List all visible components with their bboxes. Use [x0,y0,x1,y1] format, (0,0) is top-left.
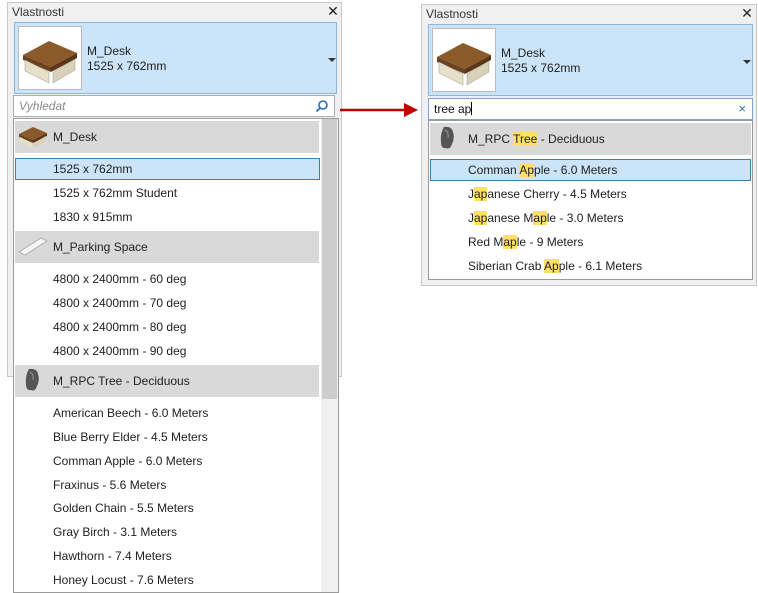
type-list-right: M_RPC Tree - Deciduous Comman Apple - 6.… [428,120,753,280]
list-item-label: 4800 x 2400mm - 60 deg [53,272,187,286]
list-item-label: Golden Chain - 5.5 Meters [53,501,194,515]
type-selector[interactable]: M_Desk 1525 x 762mm [14,22,337,94]
chevron-down-icon[interactable] [328,58,336,62]
list-item-label: 1525 x 762mm Student [53,186,178,200]
search-input[interactable]: Vyhledat [13,95,335,117]
list-item-label: 1830 x 915mm [53,210,133,224]
list-item[interactable]: 4800 x 2400mm - 90 deg [15,340,186,362]
type-name: M_Desk [501,46,546,60]
list-item[interactable]: Siberian Crab Apple - 6.1 Meters [430,255,642,277]
group-label: M_Desk [53,130,98,144]
group-header-parking[interactable]: M_Parking Space [15,231,319,263]
parking-icon [17,232,49,260]
list-item[interactable]: 4800 x 2400mm - 60 deg [15,268,186,290]
close-icon[interactable]: ✕ [326,4,340,18]
list-item-label: Gray Birch - 3.1 Meters [53,525,178,539]
list-item-selected[interactable]: 1525 x 762mm [15,158,320,180]
list-item-label: Japanese Maple - 3.0 Meters [468,211,624,225]
list-item-label: Siberian Crab Apple - 6.1 Meters [468,259,643,273]
group-label: M_Parking Space [53,240,148,254]
list-item[interactable]: 1525 x 762mm Student [15,182,177,204]
list-item-label: Honey Locust - 7.6 Meters [53,573,194,587]
group-label: M_RPC Tree - Deciduous [468,132,605,146]
list-item[interactable]: Hawthorn - 7.4 Meters [15,545,172,567]
group-header-desk[interactable]: M_Desk [15,121,319,153]
list-item[interactable]: Japanese Cherry - 4.5 Meters [430,183,627,205]
tree-icon [17,366,49,394]
scrollbar[interactable] [321,119,338,592]
desk-thumbnail [432,28,496,92]
panel-title: Vlastnosti [12,5,65,19]
type-size: 1525 x 762mm [501,61,581,75]
list-item[interactable]: Fraxinus - 5.6 Meters [15,474,166,496]
list-item-selected[interactable]: Comman Apple - 6.0 Meters [430,159,751,181]
list-item-label: Comman Apple - 6.0 Meters [468,163,618,177]
list-item[interactable]: 1830 x 915mm [15,206,132,228]
search-value: tree ap [434,102,472,116]
list-item[interactable]: Blue Berry Elder - 4.5 Meters [15,426,208,448]
type-name: M_Desk [87,44,132,58]
list-item-label: Blue Berry Elder - 4.5 Meters [53,430,208,444]
text-caret [471,102,473,115]
list-item-label: Comman Apple - 6.0 Meters [53,454,203,468]
list-item[interactable]: Gray Birch - 3.1 Meters [15,521,177,543]
chevron-down-icon[interactable] [743,60,751,64]
list-item-label: 4800 x 2400mm - 70 deg [53,296,187,310]
list-item[interactable]: Comman Apple - 6.0 Meters [15,450,202,472]
list-item[interactable]: American Beech - 6.0 Meters [15,402,208,424]
list-item-label: 4800 x 2400mm - 90 deg [53,344,187,358]
list-item-label: American Beech - 6.0 Meters [53,406,209,420]
desk-icon [17,122,49,150]
tree-icon [432,124,464,152]
clear-icon[interactable]: × [738,101,746,116]
scrollbar-thumb[interactable] [322,119,337,399]
arrow-icon [340,102,420,121]
type-size: 1525 x 762mm [87,59,167,73]
group-label: M_RPC Tree - Deciduous [53,374,190,388]
type-selector[interactable]: M_Desk 1525 x 762mm [428,24,753,96]
search-icon[interactable] [315,99,329,116]
panel-title: Vlastnosti [426,7,479,21]
close-icon[interactable]: ✕ [740,6,754,20]
list-item[interactable]: Golden Chain - 5.5 Meters [15,497,194,519]
search-placeholder: Vyhledat [19,99,66,113]
list-item-label: 4800 x 2400mm - 80 deg [53,320,187,334]
list-item-label: Hawthorn - 7.4 Meters [53,549,172,563]
list-item[interactable]: 4800 x 2400mm - 80 deg [15,316,186,338]
list-item-label: 1525 x 762mm [53,162,133,176]
list-item[interactable]: Honey Locust - 7.6 Meters [15,569,194,591]
list-item-label: Fraxinus - 5.6 Meters [53,478,167,492]
list-item[interactable]: 4800 x 2400mm - 70 deg [15,292,186,314]
group-header-tree[interactable]: M_RPC Tree - Deciduous [15,365,319,397]
list-item-label: Red Maple - 9 Meters [468,235,584,249]
list-item[interactable]: Japanese Maple - 3.0 Meters [430,207,623,229]
desk-thumbnail [18,26,82,90]
search-input[interactable]: tree ap × [428,98,753,120]
group-header-tree[interactable]: M_RPC Tree - Deciduous [430,123,751,155]
list-item[interactable]: Red Maple - 9 Meters [430,231,583,253]
properties-panel-right: Vlastnosti ✕ M_Desk 1525 x 762mm tree ap… [421,4,757,286]
type-list-left: M_Desk 1525 x 762mm 1525 x 762mm Student… [13,118,339,593]
list-item-label: Japanese Cherry - 4.5 Meters [468,187,627,201]
